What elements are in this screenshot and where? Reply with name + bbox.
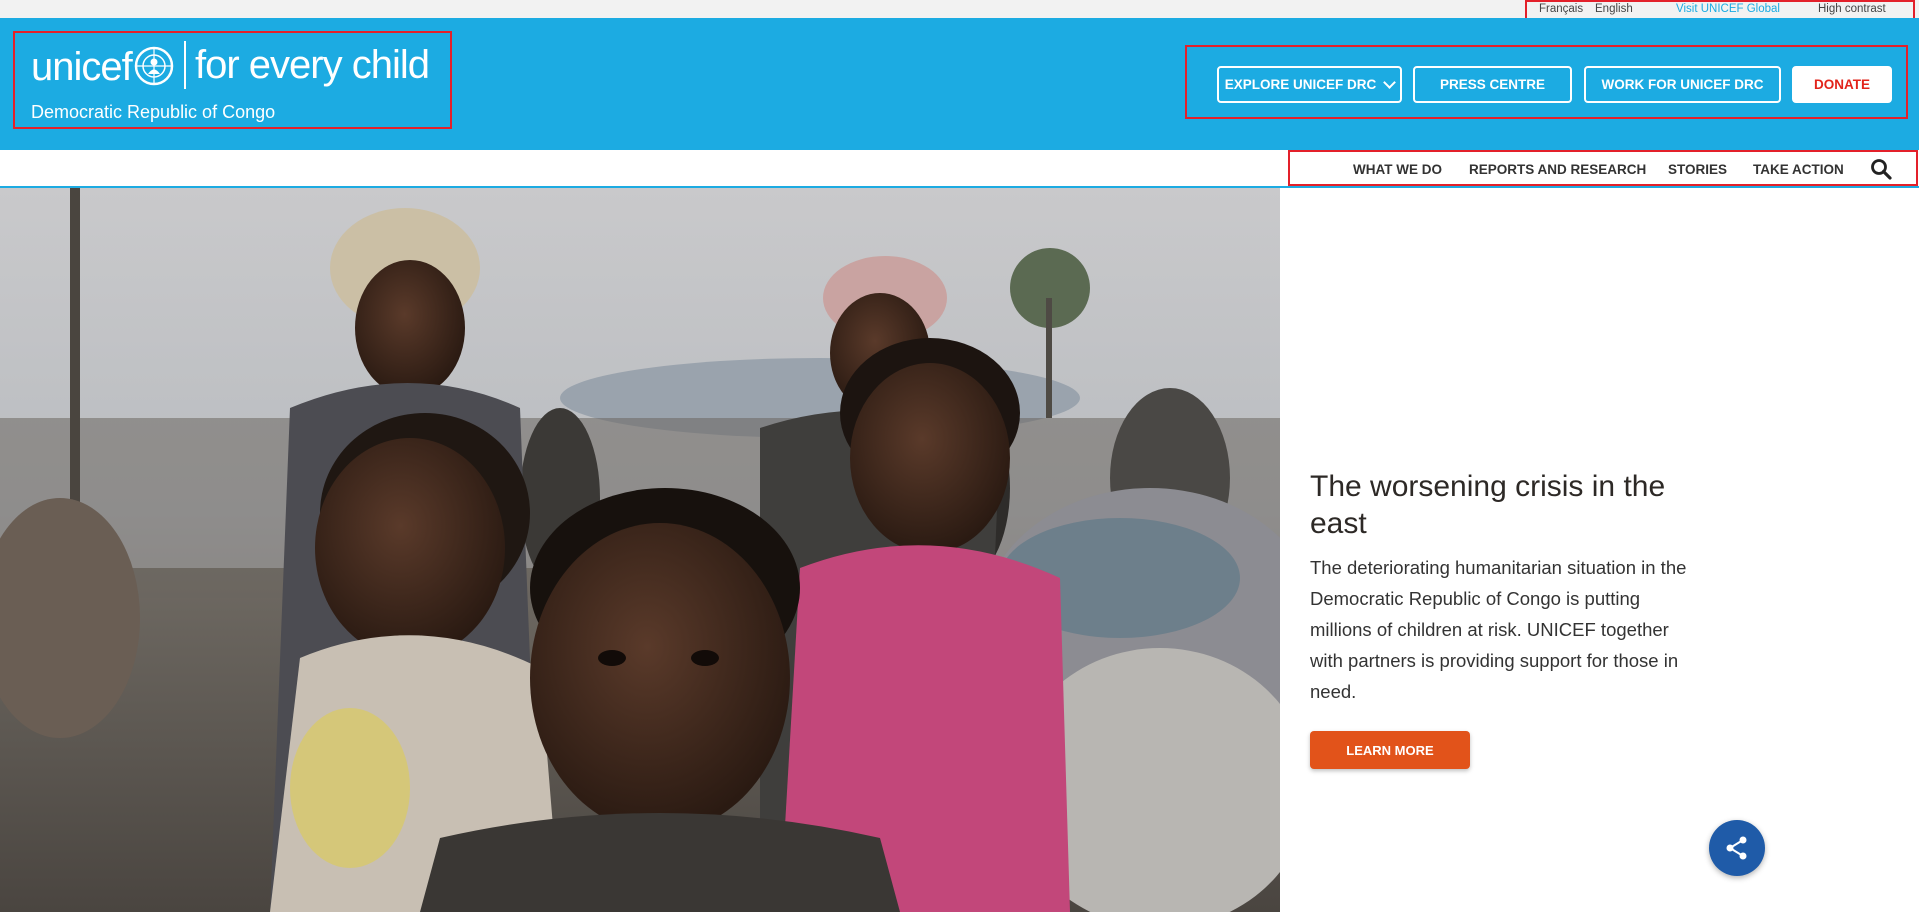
share-icon	[1726, 836, 1747, 860]
chevron-down-icon	[1383, 75, 1397, 89]
high-contrast-link[interactable]: High contrast	[1818, 3, 1886, 15]
country-name: Democratic Republic of Congo	[31, 102, 276, 122]
logo-wordmark: unicef	[31, 45, 133, 89]
nav-item-take-action[interactable]: TAKE ACTION	[1753, 162, 1844, 177]
brand-logo[interactable]: unicef for every child Democratic Republ…	[13, 31, 452, 129]
visit-unicef-global-link[interactable]: Visit UNICEF Global	[1676, 3, 1780, 15]
share-button[interactable]	[1709, 820, 1765, 876]
nav-item-stories[interactable]: STORIES	[1668, 162, 1727, 177]
hero-body: The deteriorating humanitarian situation…	[1310, 557, 1687, 702]
unicef-emblem-icon	[134, 46, 174, 86]
main-nav: WHAT WE DO REPORTS AND RESEARCH STORIES …	[0, 150, 1919, 188]
hero-title: The worsening crisis in the east	[1310, 470, 1666, 540]
lang-francais-link[interactable]: Français	[1539, 3, 1583, 15]
hero-content: The worsening crisis in the east The det…	[1310, 468, 1690, 769]
logo-divider	[184, 41, 186, 89]
site-header: unicef for every child Democratic Republ…	[0, 18, 1919, 150]
explore-unicef-drc-button[interactable]: EXPLORE UNICEF DRC	[1217, 66, 1402, 103]
donate-button[interactable]: DONATE	[1792, 66, 1892, 103]
work-for-unicef-drc-button[interactable]: WORK FOR UNICEF DRC	[1584, 66, 1781, 103]
lang-english-link[interactable]: English	[1595, 3, 1633, 15]
search-icon[interactable]	[1870, 158, 1892, 180]
press-centre-button[interactable]: PRESS CENTRE	[1413, 66, 1572, 103]
explore-button-label: EXPLORE UNICEF DRC	[1224, 77, 1377, 92]
logo-tagline: for every child	[195, 43, 430, 87]
header-actions: EXPLORE UNICEF DRC PRESS CENTRE WORK FOR…	[1185, 45, 1908, 119]
utility-bar: Français English Visit UNICEF Global Hig…	[0, 0, 1919, 21]
nav-item-what-we-do[interactable]: WHAT WE DO	[1353, 162, 1442, 177]
main-nav-menu: WHAT WE DO REPORTS AND RESEARCH STORIES …	[1288, 150, 1918, 186]
nav-item-reports-and-research[interactable]: REPORTS AND RESEARCH	[1469, 162, 1646, 177]
hero-image	[0, 188, 1280, 912]
learn-more-button[interactable]: LEARN MORE	[1310, 731, 1470, 769]
